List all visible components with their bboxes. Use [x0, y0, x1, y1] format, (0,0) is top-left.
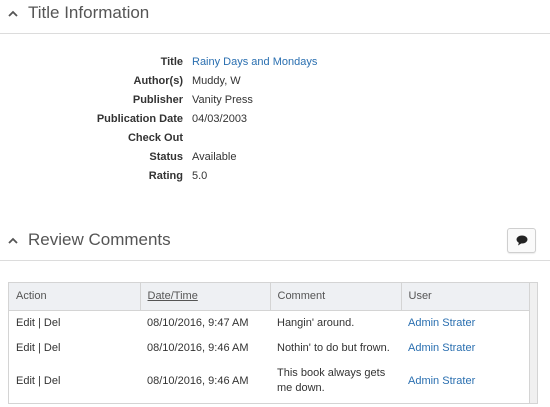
- title-info-list: Title Rainy Days and Mondays Author(s) M…: [0, 53, 550, 186]
- row-datetime: 08/10/2016, 9:46 AM: [147, 341, 249, 354]
- info-row-check-out: Check Out: [0, 129, 550, 148]
- section-title: Review Comments: [28, 230, 171, 249]
- row-actions[interactable]: Edit | Del: [9, 310, 140, 335]
- field-label: Author(s): [133, 75, 184, 87]
- add-comment-button[interactable]: [507, 228, 536, 253]
- review-comments-header[interactable]: Review Comments: [0, 229, 550, 251]
- info-row-authors: Author(s) Muddy, W: [0, 72, 550, 91]
- row-datetime: 08/10/2016, 9:47 AM: [147, 316, 249, 329]
- field-label: Title: [160, 56, 183, 68]
- info-row-title: Title Rainy Days and Mondays: [0, 53, 550, 72]
- row-actions[interactable]: Edit | Del: [9, 335, 140, 360]
- row-datetime: 08/10/2016, 9:46 AM: [147, 375, 249, 387]
- info-row-publication-date: Publication Date 04/03/2003: [0, 110, 550, 129]
- field-label: Status: [149, 151, 183, 163]
- comment-icon: [516, 235, 527, 246]
- column-header-action: Action: [9, 283, 141, 311]
- table-scrollbar[interactable]: [529, 283, 537, 403]
- section-title: Title Information: [28, 3, 150, 22]
- row-actions[interactable]: Edit | Del: [9, 360, 140, 402]
- chevron-up-icon[interactable]: [6, 233, 20, 247]
- field-label: Rating: [148, 170, 183, 182]
- chevron-up-icon[interactable]: [6, 6, 20, 20]
- table-row: Edit | Del 08/10/2016, 9:47 AM Hangin' a…: [9, 310, 531, 335]
- field-value: Muddy, W: [192, 75, 241, 87]
- review-comments-table: Action Date/Time Comment User Edit | Del…: [8, 282, 538, 404]
- column-header-comment: Comment: [270, 283, 402, 311]
- title-information-header[interactable]: Title Information: [0, 2, 550, 24]
- divider: [0, 260, 550, 261]
- field-label: Check Out: [127, 132, 183, 144]
- info-row-publisher: Publisher Vanity Press: [0, 91, 550, 110]
- row-comment: Hangin' around.: [277, 316, 355, 329]
- field-value: 5.0: [192, 170, 208, 182]
- column-header-datetime[interactable]: Date/Time: [140, 283, 271, 311]
- field-value: Vanity Press: [192, 94, 253, 106]
- field-label: Publication Date: [96, 113, 183, 125]
- info-row-rating: Rating 5.0: [0, 167, 550, 186]
- row-user-link[interactable]: Admin Strater: [401, 310, 531, 335]
- column-header-user: User: [401, 283, 531, 311]
- row-user-link[interactable]: Admin Strater: [401, 360, 531, 402]
- field-value: 04/03/2003: [192, 113, 248, 125]
- row-comment: This book always gets me down.: [277, 367, 386, 394]
- table-row: Edit | Del 08/10/2016, 9:46 AM This book…: [9, 360, 531, 402]
- field-label: Publisher: [132, 94, 183, 106]
- field-value: Available: [192, 151, 237, 163]
- info-row-status: Status Available: [0, 148, 550, 167]
- row-user-link[interactable]: Admin Strater: [401, 335, 531, 360]
- sort-link[interactable]: Date/Time: [148, 290, 198, 302]
- table-row: Edit | Del 08/10/2016, 9:46 AM Nothin' t…: [9, 335, 531, 360]
- table-header-row: Action Date/Time Comment User: [9, 283, 531, 311]
- divider: [0, 33, 550, 34]
- row-comment: Nothin' to do but frown.: [277, 341, 390, 354]
- title-link[interactable]: Rainy Days and Mondays: [192, 53, 317, 72]
